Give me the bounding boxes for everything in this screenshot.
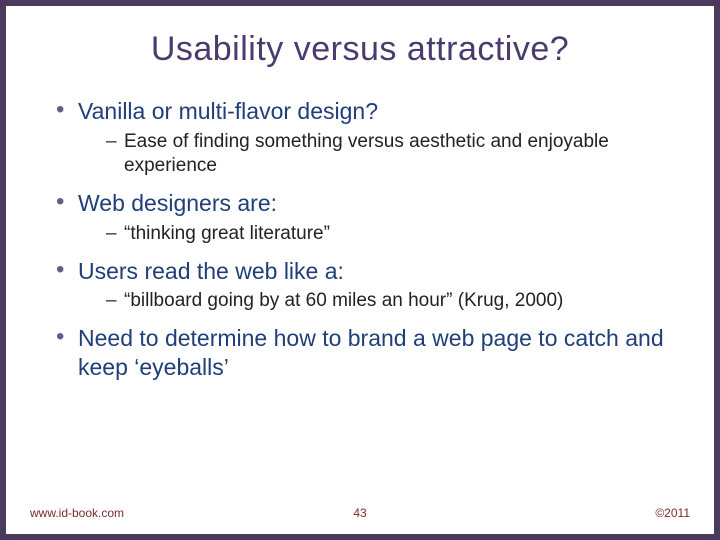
sub-list: “billboard going by at 60 miles an hour”…: [78, 289, 682, 314]
footer-url: www.id-book.com: [30, 506, 124, 520]
sub-bullet-item: “thinking great literature”: [106, 222, 682, 247]
bullet-item: Vanilla or multi-flavor design? Ease of …: [56, 97, 682, 179]
footer: www.id-book.com 43 ©2011: [30, 506, 690, 520]
sub-bullet-item: Ease of finding something versus aesthet…: [106, 130, 682, 179]
bullet-text: Web designers are:: [78, 190, 277, 216]
slide: Usability versus attractive? Vanilla or …: [6, 6, 714, 534]
bullet-item: Need to determine how to brand a web pag…: [56, 324, 682, 382]
copyright: ©2011: [655, 506, 690, 520]
sub-bullet-item: “billboard going by at 60 miles an hour”…: [106, 289, 682, 314]
bullet-text: Vanilla or multi-flavor design?: [78, 98, 378, 124]
bullet-list: Vanilla or multi-flavor design? Ease of …: [38, 97, 682, 382]
page-number: 43: [353, 506, 366, 520]
bullet-item: Web designers are: “thinking great liter…: [56, 189, 682, 246]
slide-title: Usability versus attractive?: [38, 30, 682, 69]
sub-list: “thinking great literature”: [78, 222, 682, 247]
sub-list: Ease of finding something versus aesthet…: [78, 130, 682, 179]
bullet-text: Users read the web like a:: [78, 258, 344, 284]
bullet-text: Need to determine how to brand a web pag…: [78, 325, 664, 380]
bullet-item: Users read the web like a: “billboard go…: [56, 257, 682, 314]
